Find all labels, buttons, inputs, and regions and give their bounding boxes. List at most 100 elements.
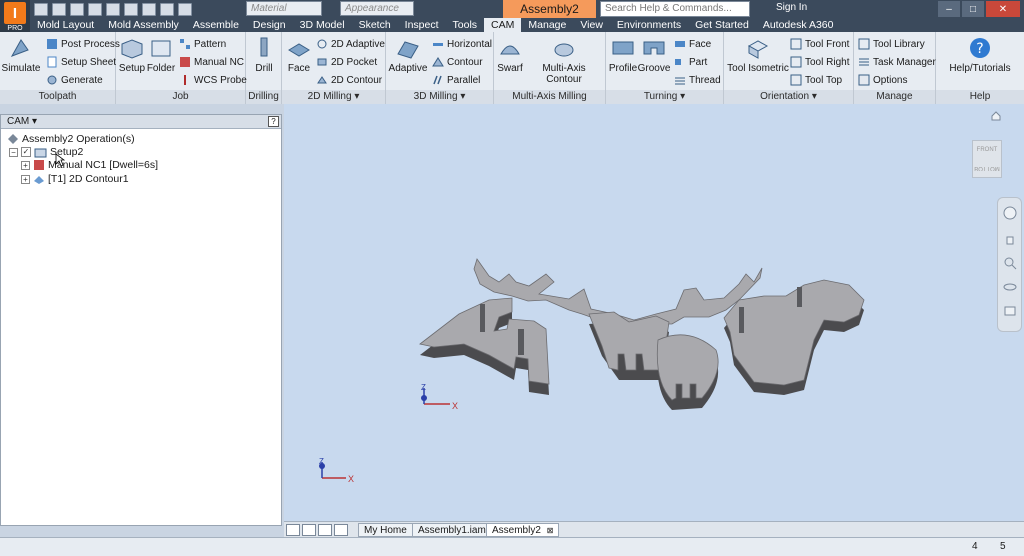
part-button[interactable]: Part [674,54,707,70]
groove-button[interactable]: Groove [638,36,670,74]
menu-tab-environments[interactable]: Environments [610,18,688,32]
browser-help-icon[interactable]: ? [268,116,279,127]
tool-front-button[interactable]: Tool Front [790,36,849,52]
tree-item-2d-contour[interactable]: + [T1] 2D Contour1 [21,173,129,185]
application-menu-button[interactable]: I PRO [0,0,30,32]
right-leg-part[interactable] [723,279,865,386]
doc-tab-my-home[interactable]: My Home [358,523,413,537]
pocket-2d-icon [317,58,327,66]
menu-tab-get-started[interactable]: Get Started [688,18,756,32]
expand-icon[interactable]: + [21,160,30,170]
graphics-viewport[interactable]: FRONT BOTTOM Z X Z X [284,104,1024,522]
contour-2d-button[interactable]: 2D Contour [316,72,382,88]
profile-button[interactable]: Profile [608,36,638,74]
setup-checkbox[interactable]: ✓ [21,147,31,157]
menu-tab-inspect[interactable]: Inspect [398,18,446,32]
browser-header: CAM ▾ ? [1,115,281,129]
expand-icon[interactable]: + [21,174,30,184]
manual-nc-button[interactable]: Manual NC [179,54,244,70]
multi-axis-contour-button[interactable]: Multi-Axis Contour [524,36,604,85]
pattern-button[interactable]: Pattern [179,36,226,52]
close-icon[interactable]: ✕ [986,1,1020,17]
tab-close-icon[interactable]: ⊠ [547,526,554,535]
job-panel-label: Job [116,90,245,104]
contour-3d-button[interactable]: Contour [432,54,483,70]
doc-tab-assembly2[interactable]: Assembly2 ⊠ [486,523,560,537]
simulate-icon [10,39,29,57]
maximize-icon[interactable]: □ [962,1,984,17]
menu-tab-3d-model[interactable]: 3D Model [293,18,352,32]
left-leg-slot [518,329,524,355]
undo-icon[interactable] [88,2,102,16]
menu-tab-assemble[interactable]: Assemble [186,18,246,32]
right-leg-slot [739,307,744,333]
tool-isometric-icon [747,40,769,59]
tree-setup[interactable]: − ✓ Setup2 [9,146,83,158]
thread-button[interactable]: Thread [674,72,721,88]
save-icon[interactable] [70,2,84,16]
collapse-icon[interactable]: − [9,147,18,157]
options-button[interactable]: Options [858,72,907,88]
generate-button[interactable]: Generate [46,72,103,88]
tile-horizontal-icon[interactable] [286,524,300,536]
menu-tab-mold-layout[interactable]: Mold Layout [30,18,101,32]
new-file-icon[interactable] [34,2,48,16]
swarf-button[interactable]: Swarf [496,36,524,74]
menu-tab-autodesk-a360[interactable]: Autodesk A360 [756,18,841,32]
tile-vertical-icon[interactable] [302,524,316,536]
menu-tab-design[interactable]: Design [246,18,293,32]
tree-root[interactable]: Assembly2 Operation(s) [7,133,135,145]
document-tab-bar: My Home Assembly1.iam Assembly2 ⊠ [284,521,1024,537]
adaptive-3d-button[interactable]: Adaptive [388,36,428,74]
open-file-icon[interactable] [52,2,66,16]
turning-face-button[interactable]: Face [674,36,711,52]
minimize-icon[interactable]: – [938,1,960,17]
tree-item-manual-nc[interactable]: + Manual NC1 [Dwell=6s] [21,159,158,171]
parallel-button[interactable]: Parallel [432,72,480,88]
drill-button[interactable]: Drill [250,36,278,74]
cascade-icon[interactable] [318,524,332,536]
thread-icon [675,77,685,85]
tool-right-icon [790,56,802,68]
tool-top-label: Tool Top [805,74,843,86]
properties-icon[interactable] [178,2,192,16]
menu-tab-mold-assembly[interactable]: Mold Assembly [101,18,186,32]
tool-library-button[interactable]: Tool Library [858,36,925,52]
appearance-dropdown[interactable]: Appearance [340,1,414,16]
search-help-input[interactable]: Search Help & Commands... [600,1,750,17]
menu-tab-view[interactable]: View [573,18,610,32]
doc-tab-assembly1[interactable]: Assembly1.iam [412,523,492,537]
update-icon[interactable] [160,2,174,16]
redo-icon[interactable] [106,2,120,16]
browser-title[interactable]: CAM [7,116,29,127]
simulate-button[interactable]: Simulate [2,36,40,74]
setup-sheet-button[interactable]: Setup Sheet [46,54,116,70]
menu-tab-sketch[interactable]: Sketch [352,18,398,32]
model-parts[interactable] [284,104,1024,522]
home-icon[interactable] [124,2,138,16]
material-dropdown[interactable]: Material [246,1,322,16]
select-icon[interactable] [142,2,156,16]
tool-right-button[interactable]: Tool Right [790,54,849,70]
menu-tab-manage[interactable]: Manage [521,18,573,32]
turning-face-icon [675,41,685,47]
window-list-icon[interactable] [334,524,348,536]
orientation-panel: Tool Isometric Tool Front Tool Right Too… [724,32,854,104]
wcs-probe-button[interactable]: WCS Probe [179,72,247,88]
folder-button[interactable]: Folder [146,36,176,74]
tool-isometric-button[interactable]: Tool Isometric [726,36,790,74]
setup-button[interactable]: Setup [118,36,146,74]
ribbon-tabs: Mold Layout Mold Assembly Assemble Design 3D… [30,18,1024,32]
tool-library-icon [858,38,870,50]
sign-in-link[interactable]: Sign In [776,2,807,13]
help-tutorials-button[interactable]: ? Help/Tutorials [940,36,1020,74]
menu-tab-tools[interactable]: Tools [446,18,485,32]
menu-tab-cam[interactable]: CAM [484,18,522,32]
adaptive-2d-button[interactable]: 2D Adaptive [316,36,385,52]
horizontal-button[interactable]: Horizontal [432,36,492,52]
task-manager-button[interactable]: Task Manager [858,54,936,70]
face-2d-button[interactable]: Face [284,36,314,74]
pocket-2d-button[interactable]: 2D Pocket [316,54,377,70]
post-process-button[interactable]: Post Process [46,36,120,52]
tool-top-button[interactable]: Tool Top [790,72,842,88]
